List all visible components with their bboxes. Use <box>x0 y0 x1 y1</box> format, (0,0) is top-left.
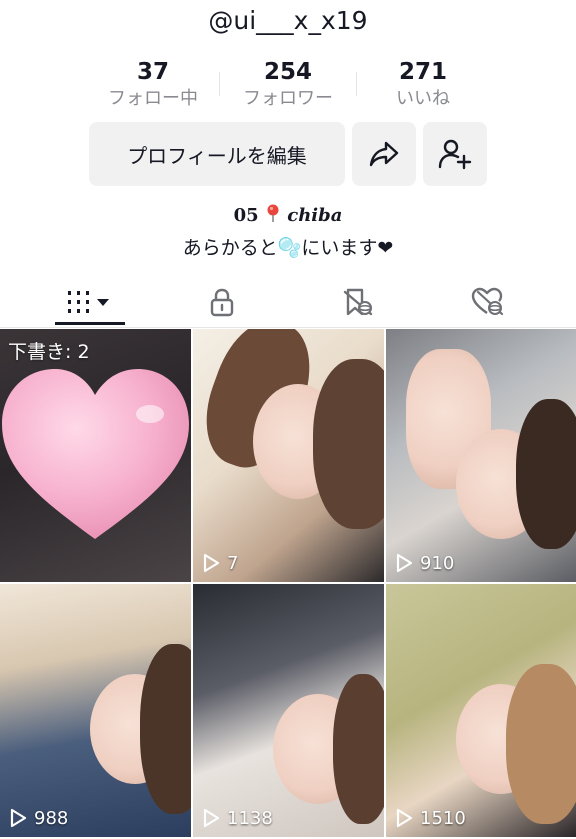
bio-prefix: 05 <box>233 205 259 226</box>
pin-icon <box>267 204 279 222</box>
add-friend-icon <box>438 139 472 170</box>
profile-stats: 37 フォロー中 254 フォロワー 271 いいね <box>0 58 576 114</box>
following-label: フォロー中 <box>108 88 198 109</box>
view-count: 1138 <box>201 805 273 831</box>
edit-profile-button[interactable]: プロフィールを編集 <box>89 122 345 186</box>
view-count: 988 <box>8 805 68 831</box>
stat-followers[interactable]: 254 フォロワー <box>223 58 353 112</box>
view-count-text: 988 <box>34 807 69 829</box>
stat-following[interactable]: 37 フォロー中 <box>88 58 218 112</box>
followers-count: 254 <box>263 59 312 85</box>
video-thumbnail[interactable]: 1510 <box>386 584 576 837</box>
selected-tab-indicator <box>55 322 125 325</box>
liked-icon <box>471 287 504 316</box>
tab-videos[interactable] <box>18 276 162 328</box>
share-icon <box>369 141 399 167</box>
stat-divider <box>356 72 357 96</box>
play-icon <box>396 808 413 828</box>
likes-count: 271 <box>398 59 447 85</box>
following-count: 37 <box>136 59 169 85</box>
profile-tabs <box>0 276 576 328</box>
bio-city: chiba <box>287 205 343 226</box>
add-friend-button[interactable] <box>423 122 487 186</box>
draft-count-label: 下書き: 2 <box>8 341 90 363</box>
view-count-text: 1510 <box>420 807 466 829</box>
tab-private[interactable] <box>150 276 294 328</box>
view-count: 910 <box>394 550 454 576</box>
view-count: 7 <box>201 550 238 576</box>
profile-username: @ui___x_x19 <box>208 6 368 35</box>
video-thumbnail[interactable]: 988 <box>0 584 191 837</box>
favorites-icon <box>343 288 373 316</box>
heart-sticker-icon <box>2 369 189 539</box>
bio-line-2: あらかると🫧にいます❤ <box>182 237 394 259</box>
likes-label: いいね <box>396 88 450 109</box>
videos-grid-icon <box>68 291 109 313</box>
play-icon <box>10 808 27 828</box>
view-count: 1510 <box>394 805 466 831</box>
tab-favorites[interactable] <box>286 276 430 328</box>
lock-icon <box>210 288 234 317</box>
bio-line-1: 05 chiba <box>0 203 576 226</box>
video-thumbnail[interactable]: 910 <box>386 329 576 582</box>
video-thumbnail[interactable]: 7 <box>193 329 384 582</box>
followers-label: フォロワー <box>243 88 333 109</box>
view-count-text: 910 <box>420 552 455 574</box>
play-icon <box>203 808 220 828</box>
video-grid: 下書き: 2 7 910 988 1138 1510 <box>0 329 576 839</box>
share-profile-button[interactable] <box>352 122 416 186</box>
stat-likes[interactable]: 271 いいね <box>358 58 488 112</box>
tabs-divider <box>0 327 576 328</box>
stat-divider <box>219 72 220 96</box>
view-count-text: 1138 <box>227 807 273 829</box>
view-count-text: 7 <box>227 552 239 574</box>
play-icon <box>396 553 413 573</box>
play-icon <box>203 553 220 573</box>
video-thumbnail-draft[interactable]: 下書き: 2 <box>0 329 191 582</box>
video-thumbnail[interactable]: 1138 <box>193 584 384 837</box>
tab-liked[interactable] <box>416 276 560 328</box>
